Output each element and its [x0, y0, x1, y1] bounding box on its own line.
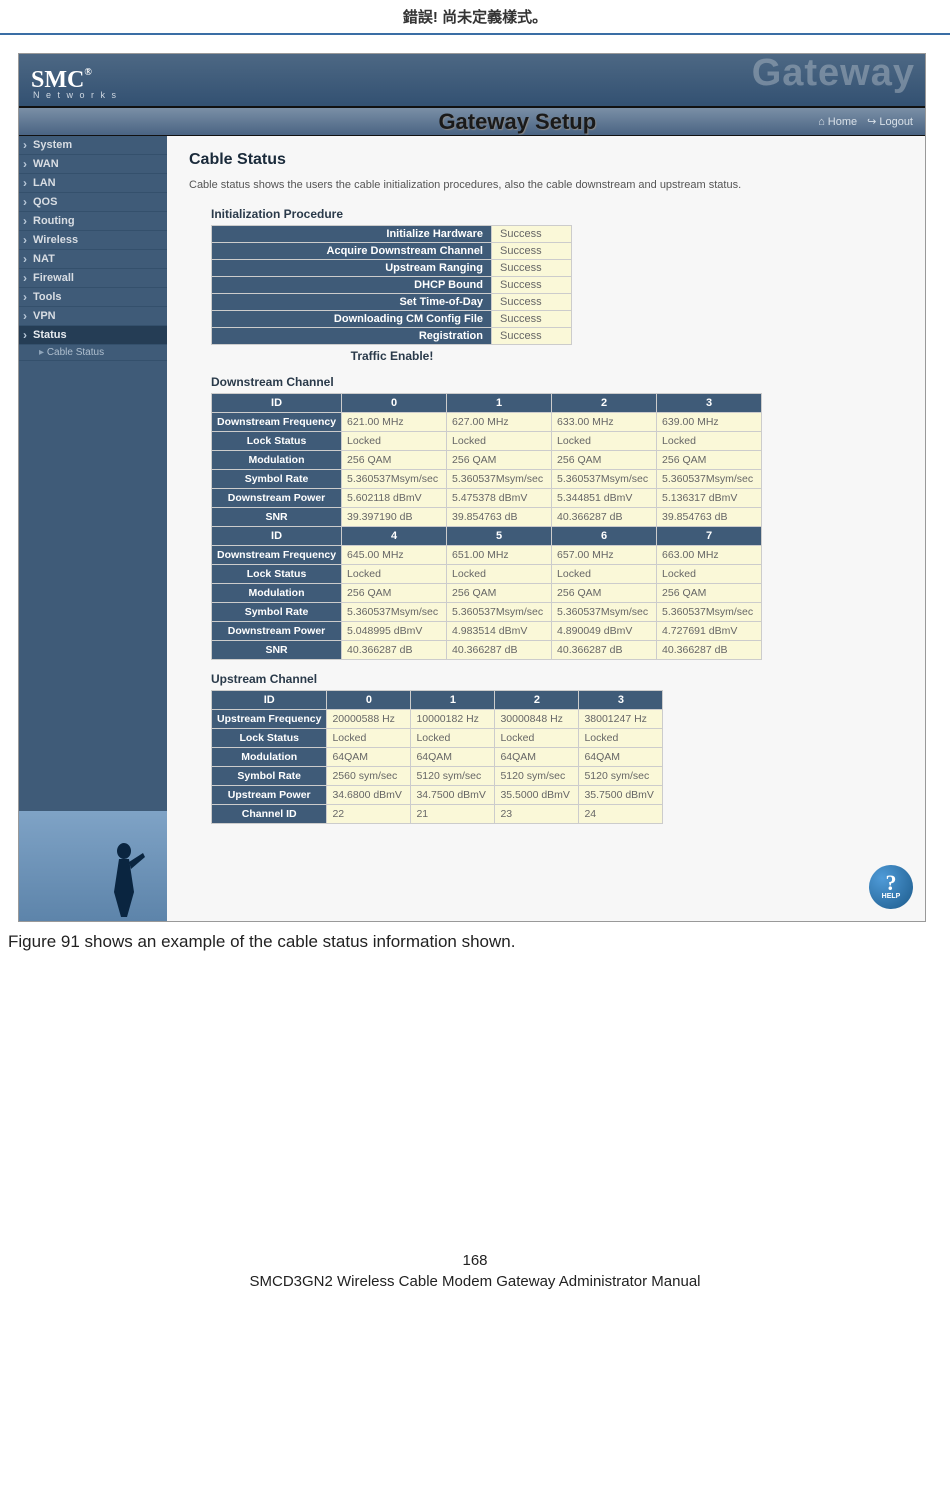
sidebar-item-tools[interactable]: Tools: [19, 288, 167, 307]
page-title: Cable Status: [189, 151, 903, 169]
help-icon: ?: [886, 874, 897, 893]
logout-icon: ↪: [867, 115, 876, 128]
upstream-table: ID 0 1 2 3 Upstream Frequency20000588 Hz…: [211, 690, 663, 824]
sidebar-item-routing[interactable]: Routing: [19, 212, 167, 231]
downstream-table: ID 0 1 2 3 Downstream Frequency621.00 MH…: [211, 393, 762, 660]
help-button[interactable]: ? HELP: [869, 865, 913, 909]
banner-watermark: Gateway: [752, 52, 915, 95]
page-number: 168: [0, 1252, 950, 1269]
page-setup-title: Gateway Setup: [438, 109, 596, 135]
sidebar-item-system[interactable]: System: [19, 136, 167, 155]
sidebar-item-vpn[interactable]: VPN: [19, 307, 167, 326]
home-icon: ⌂: [818, 116, 825, 128]
brand-subtext: N e t w o r k s: [33, 90, 118, 100]
top-banner: SMC® N e t w o r k s Gateway: [19, 54, 925, 106]
down-title: Downstream Channel: [211, 375, 903, 389]
sidebar-sub-cable-status[interactable]: Cable Status: [19, 345, 167, 361]
sidebar-item-firewall[interactable]: Firewall: [19, 269, 167, 288]
init-table: Initialize HardwareSuccess Acquire Downs…: [211, 225, 572, 345]
logout-link[interactable]: ↪ Logout: [867, 115, 913, 128]
content-area: Cable Status Cable status shows the user…: [167, 136, 925, 921]
page-footer: 168 SMCD3GN2 Wireless Cable Modem Gatewa…: [0, 1252, 950, 1310]
sidebar-item-wan[interactable]: WAN: [19, 155, 167, 174]
init-title: Initialization Procedure: [211, 207, 903, 221]
sidebar: System WAN LAN QOS Routing Wireless NAT …: [19, 136, 167, 921]
doc-header: 錯誤! 尚未定義樣式。: [0, 0, 950, 35]
figure-caption: Figure 91 shows an example of the cable …: [8, 932, 942, 952]
sidebar-item-lan[interactable]: LAN: [19, 174, 167, 193]
home-link[interactable]: ⌂ Home: [818, 116, 857, 128]
sidebar-item-nat[interactable]: NAT: [19, 250, 167, 269]
figure-91-screenshot: SMC® N e t w o r k s Gateway Gateway Set…: [18, 53, 926, 922]
up-title: Upstream Channel: [211, 672, 903, 686]
traffic-enable: Traffic Enable!: [211, 349, 573, 363]
sidebar-item-status[interactable]: Status: [19, 326, 167, 345]
sidebar-decorative-image: [19, 811, 167, 921]
person-silhouette-icon: [99, 837, 149, 917]
manual-title: SMCD3GN2 Wireless Cable Modem Gateway Ad…: [250, 1273, 701, 1290]
sidebar-item-wireless[interactable]: Wireless: [19, 231, 167, 250]
sub-banner: Gateway Setup ⌂ Home ↪ Logout: [19, 106, 925, 136]
page-intro: Cable status shows the users the cable i…: [189, 179, 903, 191]
sidebar-item-qos[interactable]: QOS: [19, 193, 167, 212]
